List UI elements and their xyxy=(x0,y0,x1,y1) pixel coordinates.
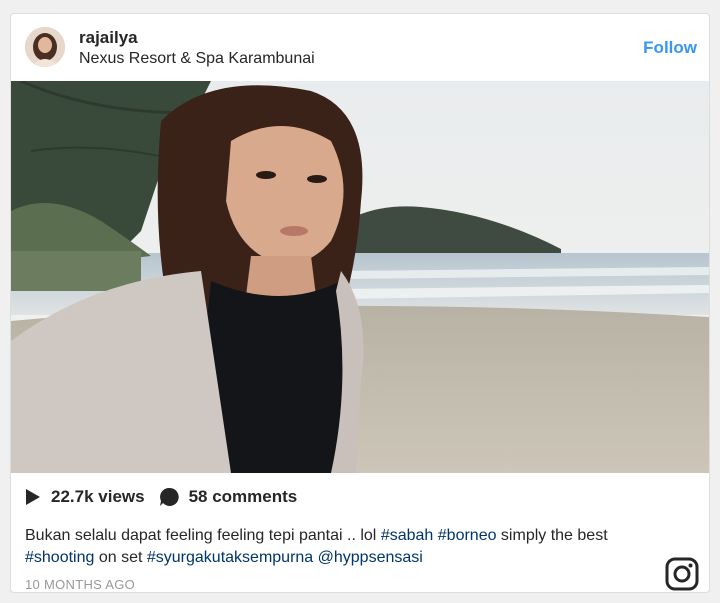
post-timestamp[interactable]: 10 MONTHS AGO xyxy=(25,577,135,592)
username[interactable]: rajailya xyxy=(79,28,138,48)
mention-hyppsensasi[interactable]: @hyppsensasi xyxy=(318,549,423,566)
hashtag-borneo[interactable]: #borneo xyxy=(438,527,497,544)
comments-stat[interactable]: 58 comments xyxy=(159,487,298,507)
comments-count: 58 comments xyxy=(188,487,298,506)
caption-text: Bukan selalu dapat feeling feeling tepi … xyxy=(25,527,381,544)
views-stat: 22.7k views xyxy=(25,487,145,507)
post-stats: 22.7k views 58 comments xyxy=(25,487,311,507)
caption-text: on set xyxy=(94,549,147,566)
views-count: 22.7k views xyxy=(51,487,145,506)
post-header: rajailya Nexus Resort & Spa Karambunai F… xyxy=(11,14,709,81)
post-caption: Bukan selalu dapat feeling feeling tepi … xyxy=(25,525,645,569)
caption-text: simply the best xyxy=(496,527,608,544)
comment-bubble-icon xyxy=(159,487,179,506)
play-icon xyxy=(26,489,40,505)
instagram-logo-icon[interactable] xyxy=(665,557,699,591)
hashtag-shooting[interactable]: #shooting xyxy=(25,549,94,566)
follow-button[interactable]: Follow xyxy=(643,38,697,58)
location-link[interactable]: Nexus Resort & Spa Karambunai xyxy=(79,50,315,68)
post-photo[interactable] xyxy=(11,81,709,473)
hashtag-syurgakutaksempurna[interactable]: #syurgakutaksempurna xyxy=(147,549,313,566)
instagram-embed-card: rajailya Nexus Resort & Spa Karambunai F… xyxy=(10,13,710,593)
photo-image xyxy=(11,81,709,473)
hashtag-sabah[interactable]: #sabah xyxy=(381,527,434,544)
avatar[interactable] xyxy=(25,27,65,67)
post-footer: 22.7k views 58 comments Bukan selalu dap… xyxy=(11,473,709,592)
